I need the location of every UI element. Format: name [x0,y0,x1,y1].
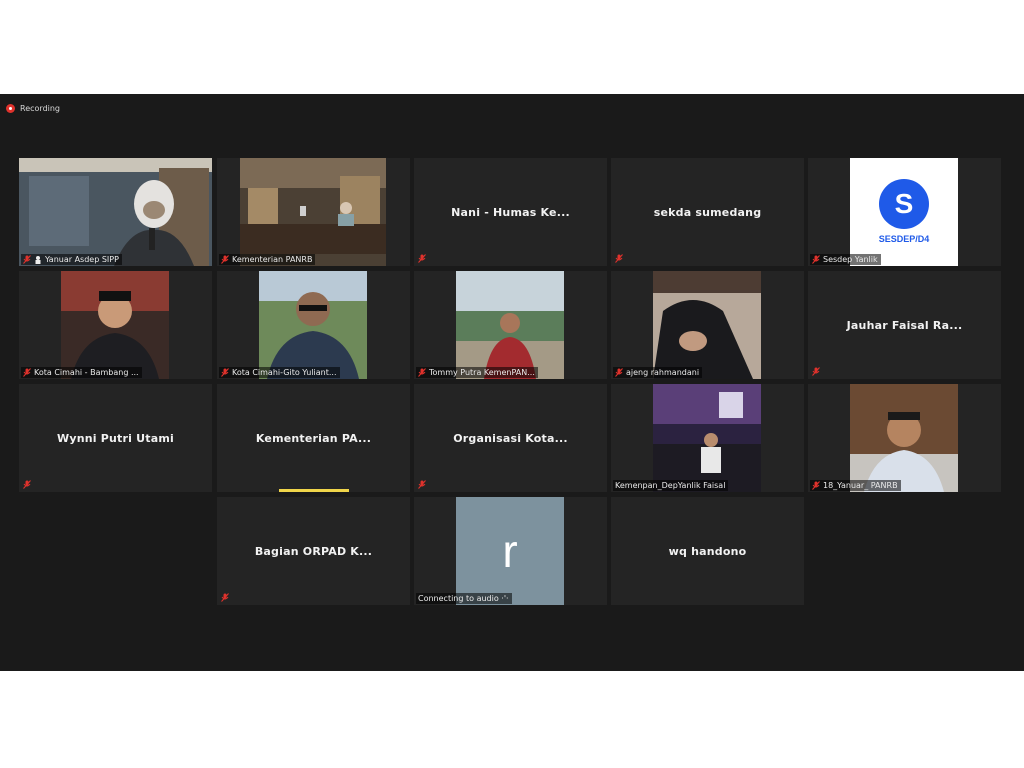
participant-name-center: wq handono [668,544,747,558]
participant-tile[interactable]: sekda sumedang [611,158,804,266]
participant-tile[interactable]: r Connecting to audio ·'· [414,497,607,605]
participant-name-center: Wynni Putri Utami [57,431,174,445]
participant-tile[interactable]: wq handono [611,497,804,605]
participant-tile[interactable]: Jauhar Faisal Ra... [808,271,1001,379]
mic-muted-icon [23,255,31,264]
participant-name-center: Bagian ORPAD K... [254,544,373,558]
mic-muted-icon [23,480,31,489]
participant-name-center: sekda sumedang [653,205,762,219]
mic-muted-icon [221,593,229,602]
recording-indicator[interactable]: Recording [6,104,60,113]
host-icon [35,256,41,264]
participant-tile[interactable]: Nani - Humas Ke... [414,158,607,266]
mic-muted-icon [615,254,623,263]
participant-caption: Yanuar Asdep SIPP [21,254,122,265]
participant-video [850,384,958,492]
mic-muted-icon [812,255,820,264]
participant-tile[interactable]: S SESDEP/D4 Sesdep Yanlik [808,158,1001,266]
participant-tile[interactable]: Kota Cimahi - Bambang ... [19,271,212,379]
participant-video [653,384,761,492]
logo-s-icon: S [879,179,929,229]
participant-name: Kementerian PANRB [232,255,313,264]
record-icon [6,104,15,113]
participant-caption: Sesdep Yanlik [810,254,881,265]
participant-name-center: Kementerian PA... [255,431,372,445]
participant-caption: Tommy Putra KemenPAN... [416,367,538,378]
logo-text: SESDEP/D4 [878,234,930,244]
mic-muted-icon [418,480,426,489]
participant-tile[interactable]: Kemenpan_DepYanlik Faisal [611,384,804,492]
participant-name: ajeng rahmandani [626,368,700,377]
participant-tile[interactable]: Tommy Putra KemenPAN... [414,271,607,379]
participant-video [456,271,564,379]
profile-logo: S SESDEP/D4 [850,158,958,266]
participant-name-center: Jauhar Faisal Ra... [846,318,963,332]
participant-name: Yanuar Asdep SIPP [45,255,119,264]
recording-label: Recording [20,104,61,113]
mic-muted-icon [418,254,426,263]
participant-caption: Kementerian PANRB [219,254,316,265]
participant-caption: Kota Cimahi - Bambang ... [21,367,142,378]
participant-video [240,158,386,266]
meeting-window: Recording Yanuar Asdep SIPP Kementerian … [0,94,1024,671]
participant-name: Kota Cimahi-Gito Yuliant... [232,368,337,377]
participant-video [61,271,169,379]
participant-tile[interactable]: Bagian ORPAD K... [217,497,410,605]
participant-caption: Kota Cimahi-Gito Yuliant... [219,367,340,378]
mic-muted-icon [615,368,623,377]
participant-tile[interactable]: Wynni Putri Utami [19,384,212,492]
participant-tile[interactable]: Kementerian PANRB [217,158,410,266]
mic-muted-icon [418,368,426,377]
participant-tile[interactable]: ajeng rahmandani [611,271,804,379]
participant-caption: ajeng rahmandani [613,367,703,378]
participant-video [259,271,367,379]
mic-muted-icon [23,368,31,377]
participant-name-center: Nani - Humas Ke... [451,205,570,219]
connecting-status: Connecting to audio ·'· [418,594,509,603]
participant-name: Kota Cimahi - Bambang ... [34,368,139,377]
active-speaker-indicator [279,489,349,492]
participant-video [19,158,212,266]
participant-video [653,271,761,379]
avatar: r [456,497,564,605]
participant-name-center: Organisasi Kota... [453,431,568,445]
participant-name: Tommy Putra KemenPAN... [429,368,535,377]
mic-muted-icon [221,255,229,264]
participant-name: Sesdep Yanlik [823,255,878,264]
participant-tile[interactable]: 18_Yanuar_ PANRB [808,384,1001,492]
participant-tile[interactable]: Yanuar Asdep SIPP [19,158,212,266]
participant-tile[interactable]: Kota Cimahi-Gito Yuliant... [217,271,410,379]
participant-caption: 18_Yanuar_ PANRB [810,480,901,491]
mic-muted-icon [812,481,820,490]
mic-muted-icon [221,368,229,377]
participant-tile[interactable]: Kementerian PA... [217,384,410,492]
participant-caption: Kemenpan_DepYanlik Faisal [613,480,729,491]
participant-name: 18_Yanuar_ PANRB [823,481,898,490]
participant-name: Kemenpan_DepYanlik Faisal [615,481,726,490]
participant-caption: Connecting to audio ·'· [416,593,512,604]
participant-tile[interactable]: Organisasi Kota... [414,384,607,492]
mic-muted-icon [812,367,820,376]
